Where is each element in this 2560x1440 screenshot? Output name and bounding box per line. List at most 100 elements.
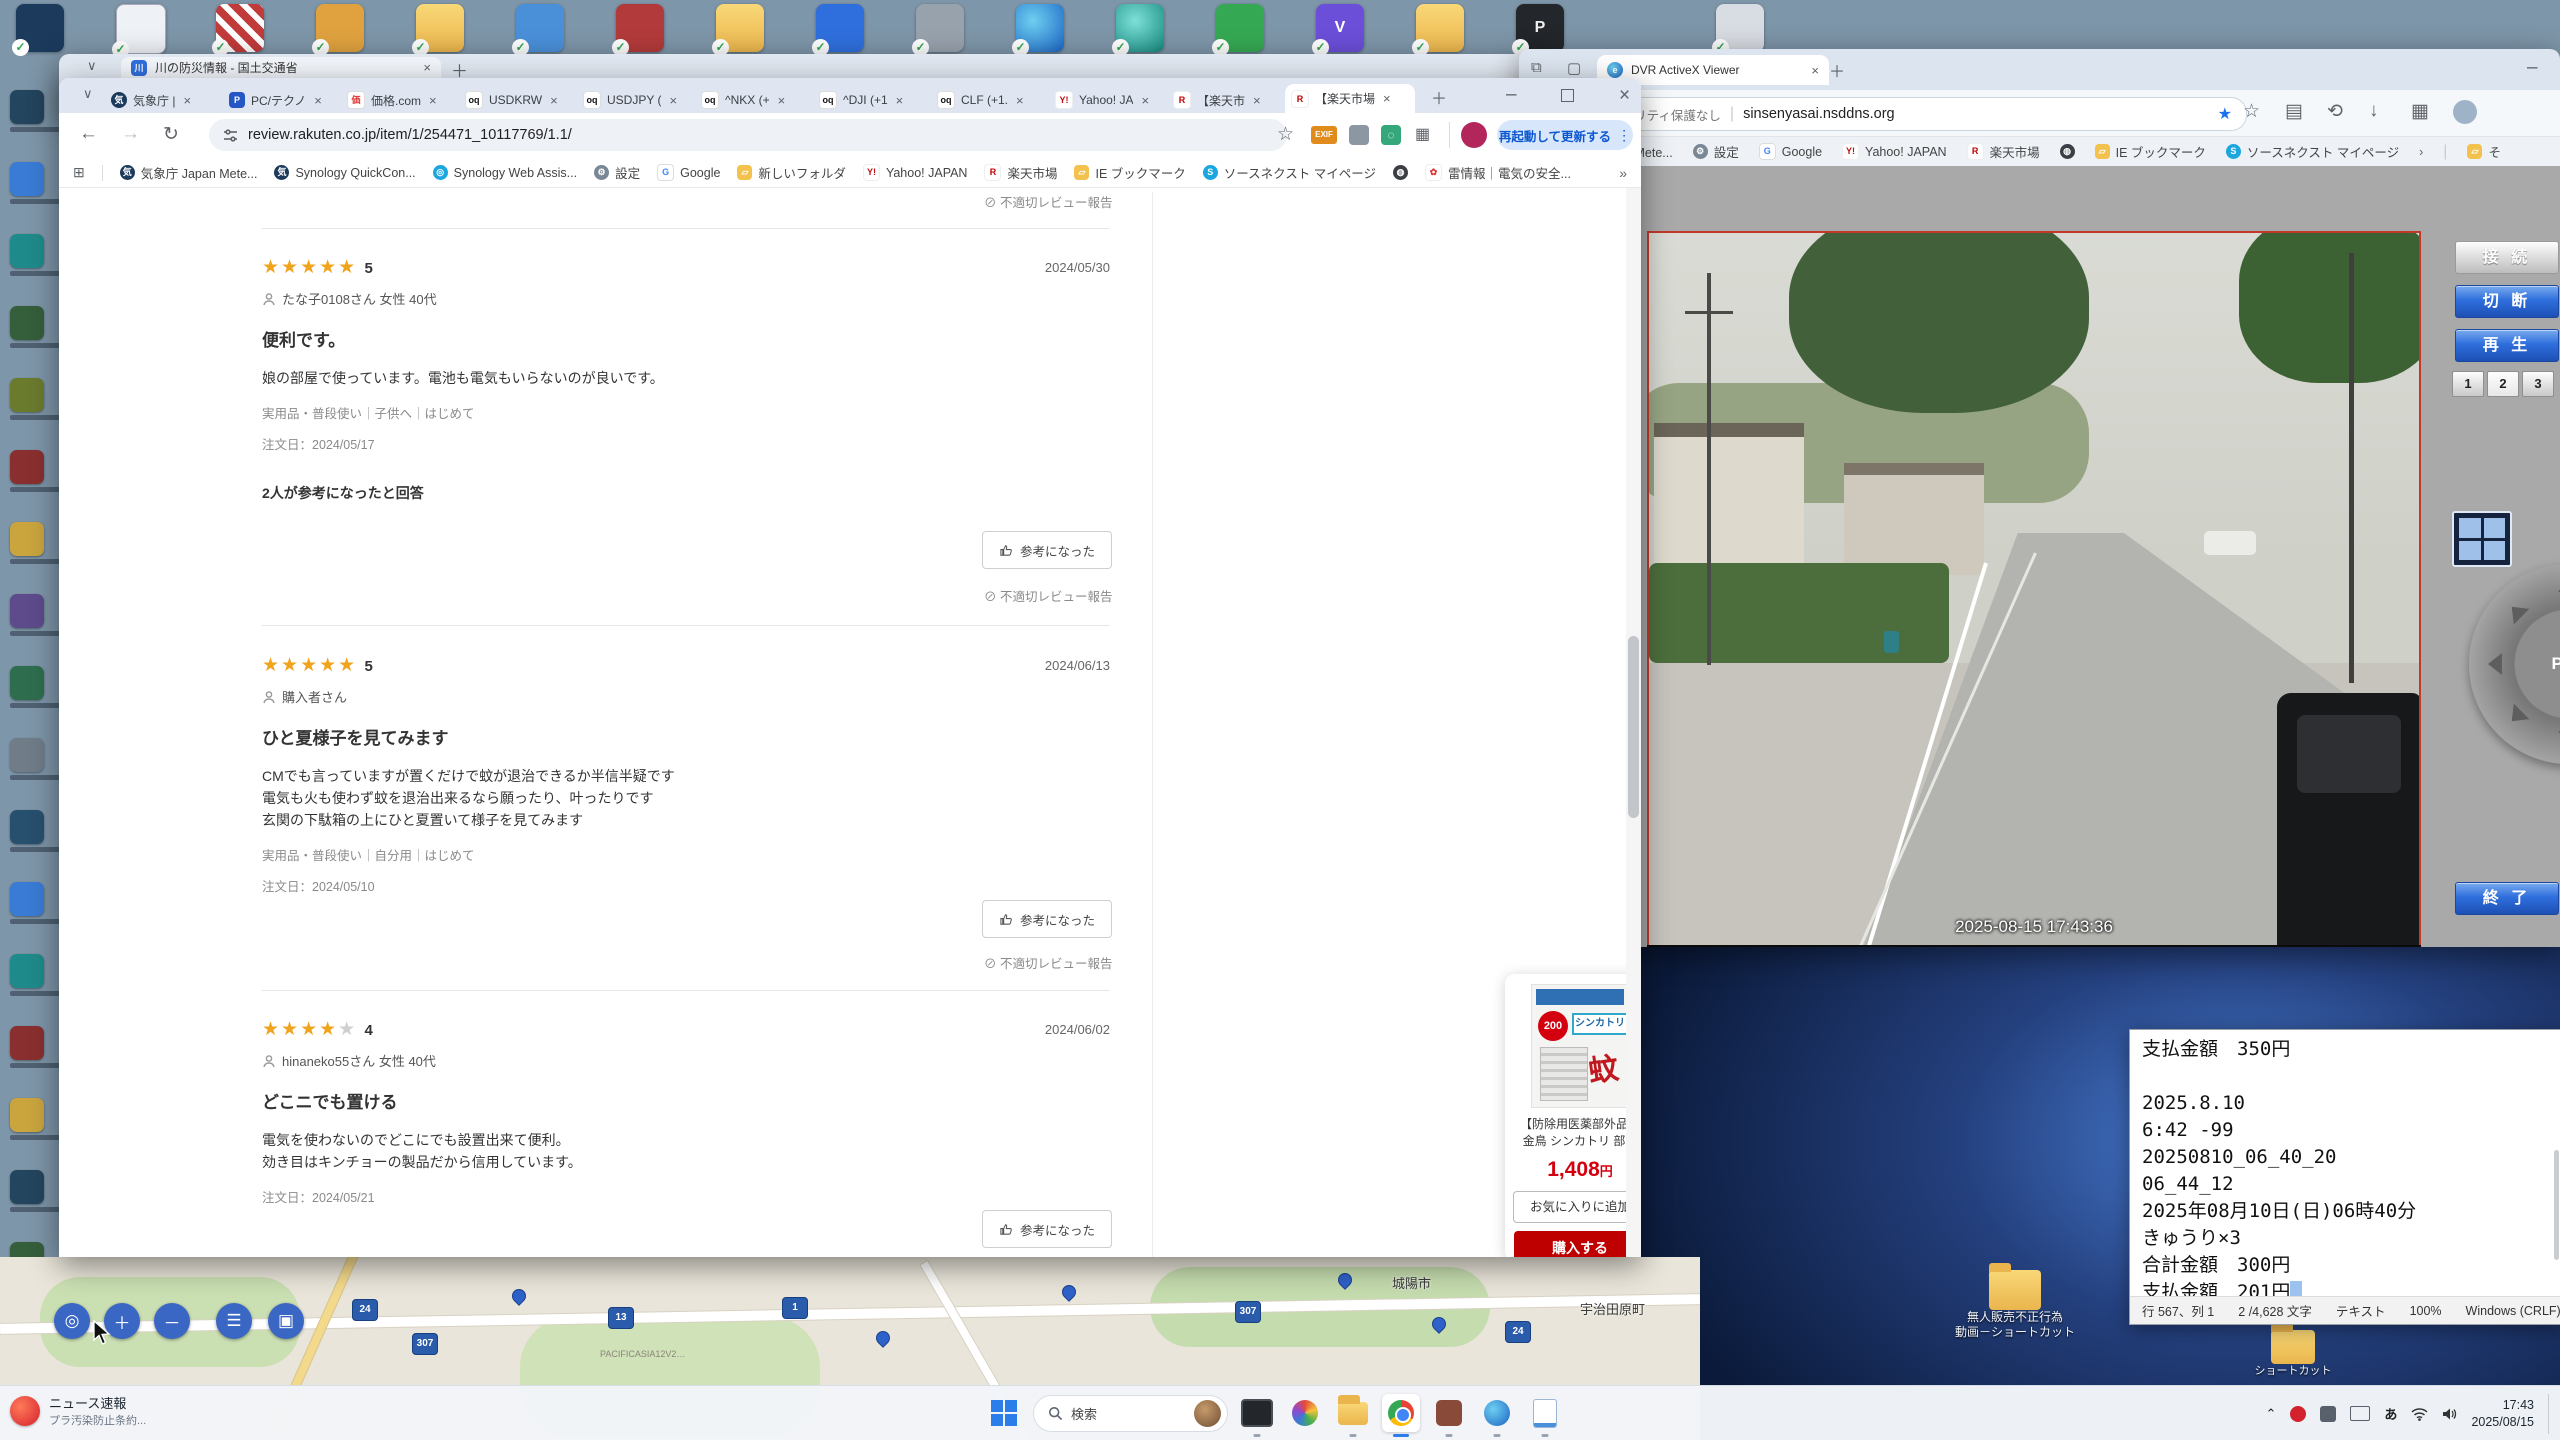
profile-avatar[interactable] bbox=[2453, 100, 2477, 124]
desktop-icon[interactable] bbox=[10, 810, 44, 844]
desktop-folder-icon[interactable]: ✓ bbox=[1412, 4, 1464, 56]
tab-yahoo[interactable]: Y! Yahoo! JA × bbox=[1049, 87, 1167, 113]
notepad-scrollbar[interactable] bbox=[2554, 1150, 2559, 1260]
desktop-icon[interactable] bbox=[10, 666, 44, 700]
desktop-icon[interactable] bbox=[10, 522, 44, 556]
desktop-folder-icon[interactable]: ✓ bbox=[412, 4, 464, 56]
relaunch-update-button[interactable]: 再起動して更新する ⋮ bbox=[1497, 120, 1633, 150]
camera-video[interactable]: 2025-08-15 17:43:36 bbox=[1647, 231, 2421, 947]
back-icon[interactable]: ← bbox=[79, 123, 98, 145]
tab-close-icon[interactable]: × bbox=[183, 93, 191, 108]
dvr-connect-button[interactable]: 接 続 bbox=[2455, 241, 2559, 274]
vertical-tabs-icon[interactable]: ▢ bbox=[1567, 59, 1581, 77]
tab-search-chevron-icon[interactable]: ∨ bbox=[87, 58, 97, 74]
bookmark-folder[interactable]: ▱ IE ブックマーク bbox=[1074, 163, 1186, 182]
desktop-icon[interactable] bbox=[10, 450, 44, 484]
bookmark-item[interactable]: G Google bbox=[657, 164, 720, 181]
history-icon[interactable]: ⟲ bbox=[2327, 100, 2343, 123]
bookmarks-more-icon[interactable]: › bbox=[2419, 145, 2423, 159]
favorite-star-icon[interactable]: ★ bbox=[2218, 104, 2232, 124]
desktop-icon[interactable] bbox=[10, 306, 44, 340]
desktop-icon[interactable]: ✓ bbox=[1112, 4, 1164, 56]
bookmark-folder[interactable]: ▱ そ bbox=[2467, 142, 2501, 161]
bookmark-item[interactable]: Y! Yahoo! JAPAN bbox=[862, 164, 967, 181]
route-shield-marker[interactable]: 13 bbox=[608, 1307, 634, 1329]
route-shield-marker[interactable]: 307 bbox=[1235, 1301, 1261, 1323]
bookmark-item[interactable]: G Google bbox=[1758, 143, 1822, 160]
tab-rakuten-1[interactable]: R 【楽天市 × bbox=[1167, 87, 1285, 113]
search-box[interactable]: 検索 bbox=[1033, 1394, 1228, 1432]
new-tab-icon[interactable]: ＋ bbox=[1829, 58, 1845, 82]
close-icon[interactable]: × bbox=[1619, 85, 1630, 107]
taskbar-edge[interactable] bbox=[1478, 1394, 1516, 1437]
tab-nkx[interactable]: oq ^NKX (+ × bbox=[695, 87, 813, 113]
desktop-icon[interactable]: ✓ bbox=[1212, 4, 1264, 56]
network-icon[interactable] bbox=[2411, 1407, 2428, 1421]
bookmark-item[interactable]: S ソースネクスト マイページ bbox=[1202, 163, 1376, 182]
extension-icon[interactable] bbox=[1349, 125, 1369, 145]
tab-usdkrw[interactable]: oq USDKRW × bbox=[459, 87, 577, 113]
minimize-icon[interactable]: – bbox=[1506, 84, 1517, 106]
dvr-channel-3-button[interactable]: 3 bbox=[2522, 371, 2554, 397]
bookmark-item[interactable]: Y! Yahoo! JAPAN bbox=[1842, 143, 1947, 160]
reviewer[interactable]: hinaneko55さん 女性 40代 bbox=[262, 1051, 1110, 1070]
taskbar-notepad[interactable] bbox=[1526, 1394, 1564, 1437]
collections-icon[interactable]: ▤ bbox=[2285, 100, 2303, 123]
scrollbar[interactable] bbox=[1626, 188, 1641, 1257]
exif-extension-icon[interactable]: EXIF bbox=[1311, 126, 1337, 144]
dvr-channel-1-button[interactable]: 1 bbox=[2452, 371, 2484, 397]
bookmark-item[interactable]: 気 Synology QuickCon... bbox=[274, 165, 416, 180]
tab-usdjpy[interactable]: oq USDJPY (× bbox=[577, 87, 695, 113]
tab-close-icon[interactable]: × bbox=[896, 93, 904, 108]
tab-close-icon[interactable]: × bbox=[1141, 93, 1149, 108]
edge-address-bar[interactable]: ⚠ セキュリティ保護なし | sinsenyasai.nsddns.org ★ bbox=[1561, 97, 2247, 131]
tab-close-icon[interactable]: × bbox=[314, 93, 322, 108]
ptz-left-arrow[interactable] bbox=[2488, 653, 2502, 675]
chrome-window[interactable]: ∨ 気気象庁 | × P PC/テクノ × 価価格.com × oq USDKRW × oq… bbox=[59, 78, 1641, 1257]
taskbar-explorer[interactable] bbox=[1334, 1394, 1372, 1437]
tab-rakuten-active[interactable]: R 【楽天市場 × bbox=[1285, 84, 1415, 113]
desktop-icon[interactable]: ✓ bbox=[812, 4, 864, 56]
route-shield-marker[interactable]: 1 bbox=[782, 1297, 808, 1319]
report-link[interactable]: ⊘ 不適切レビュー報告 bbox=[984, 953, 1113, 972]
url-text[interactable]: sinsenyasai.nsddns.org bbox=[1743, 106, 1895, 122]
bookmark-item[interactable]: 気気象庁 Japan Mete... bbox=[119, 163, 257, 182]
desktop-icon[interactable] bbox=[10, 738, 44, 772]
desktop-icon[interactable] bbox=[10, 1098, 44, 1132]
bookmark-item[interactable]: S ソースネクスト マイページ bbox=[2225, 142, 2399, 161]
desktop-icon[interactable] bbox=[10, 90, 44, 124]
desktop-icon[interactable]: ✓ bbox=[312, 4, 364, 56]
map-pin-icon[interactable] bbox=[509, 1286, 529, 1306]
bookmark-globe-icon[interactable]: ◍ bbox=[1393, 165, 1409, 180]
edge-window[interactable]: ⧉ ▢ e DVR ActiveX Viewer × ＋ – e ⚠ セキュリテ… bbox=[1519, 49, 2560, 947]
product-name[interactable]: 【防除用医薬部外品】 金鳥 シンカトリ 部… bbox=[1513, 1116, 1641, 1150]
dvr-channel-2-button[interactable]: 2 bbox=[2487, 371, 2519, 397]
downloads-icon[interactable]: ↓ bbox=[2369, 100, 2379, 122]
tab-title[interactable]: 川の防災情報 - 国土交通省 bbox=[155, 59, 298, 76]
map-locate-button[interactable]: ◎ bbox=[54, 1303, 90, 1339]
helpful-button[interactable]: 参考になった bbox=[982, 1210, 1112, 1248]
tab-search-chevron-icon[interactable]: ∨ bbox=[83, 86, 93, 102]
taskbar-chrome-active[interactable] bbox=[1382, 1394, 1420, 1437]
start-button[interactable] bbox=[985, 1394, 1023, 1432]
desktop-icon[interactable]: ✓ bbox=[612, 4, 664, 56]
tab-close-icon[interactable]: × bbox=[1253, 93, 1261, 108]
tab-close-icon[interactable]: × bbox=[1811, 63, 1819, 78]
tab-close-icon[interactable]: × bbox=[550, 93, 558, 108]
desktop-folder-icon[interactable]: ✓ bbox=[712, 4, 764, 56]
bookmark-item[interactable]: ✿ 雷情報｜電気の安全... bbox=[1425, 163, 1571, 182]
tab-jma[interactable]: 気気象庁 | × bbox=[105, 87, 223, 113]
desktop-folder-shortcut[interactable]: ショートカット bbox=[2248, 1323, 2338, 1379]
desktop-icon[interactable] bbox=[10, 378, 44, 412]
bookmark-item[interactable]: R 楽天市場 bbox=[984, 163, 1057, 182]
bookmark-globe-icon[interactable]: ◍ bbox=[2059, 144, 2075, 159]
forward-icon[interactable]: → bbox=[121, 123, 140, 145]
bookmark-item[interactable]: R 楽天市場 bbox=[1966, 142, 2040, 161]
route-shield-marker[interactable]: 24 bbox=[352, 1299, 378, 1321]
desktop-icon[interactable]: ✓ bbox=[112, 4, 166, 58]
volume-icon[interactable] bbox=[2442, 1407, 2457, 1421]
bookmark-folder[interactable]: ▱ IE ブックマーク bbox=[2094, 142, 2206, 161]
apps-grid-icon[interactable]: ⊞ bbox=[73, 164, 85, 181]
maximize-icon[interactable] bbox=[1561, 89, 1574, 102]
show-desktop-button[interactable] bbox=[2548, 1393, 2552, 1434]
